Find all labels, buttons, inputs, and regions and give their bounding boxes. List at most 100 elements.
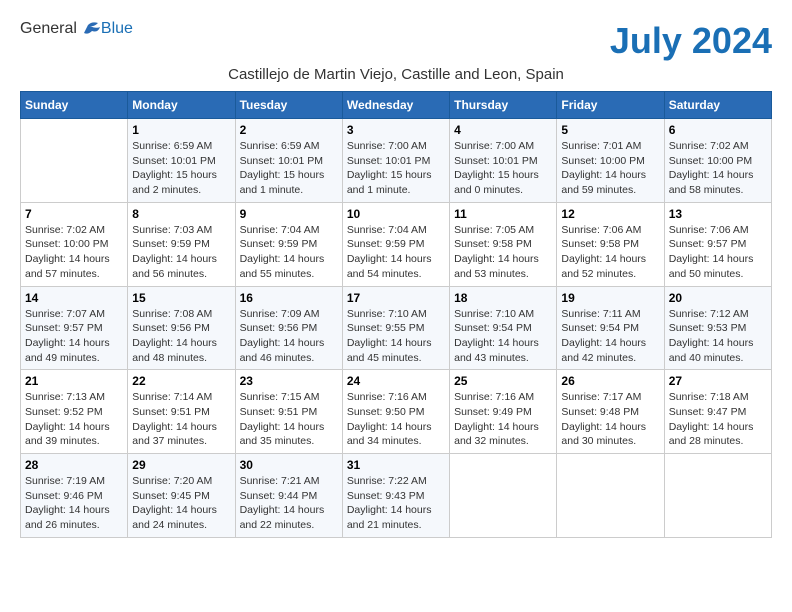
- page-header: General Blue July 2024: [20, 20, 772, 62]
- day-number: 16: [240, 291, 338, 305]
- day-number: 30: [240, 458, 338, 472]
- calendar-cell: 19 Sunrise: 7:11 AM Sunset: 9:54 PM Dayli…: [557, 286, 664, 370]
- day-info: Sunrise: 7:16 AM Sunset: 9:49 PM Dayligh…: [454, 390, 552, 449]
- day-number: 11: [454, 207, 552, 221]
- calendar-cell: 14Sunrise: 7:07 AM Sunset: 9:57 PM Dayli…: [21, 286, 128, 370]
- location-title: Castillejo de Martin Viejo, Castille and…: [20, 66, 772, 83]
- day-number: 8: [132, 207, 230, 221]
- calendar-cell: [664, 454, 771, 538]
- day-number: 20: [669, 291, 767, 305]
- week-row-3: 14Sunrise: 7:07 AM Sunset: 9:57 PM Dayli…: [21, 286, 772, 370]
- day-info: Sunrise: 7:14 AM Sunset: 9:51 PM Dayligh…: [132, 390, 230, 449]
- column-header-sunday: Sunday: [21, 92, 128, 119]
- day-number: 26: [561, 374, 659, 388]
- day-info: Sunrise: 7:12 AM Sunset: 9:53 PM Dayligh…: [669, 307, 767, 366]
- day-number: 27: [669, 374, 767, 388]
- day-info: Sunrise: 7:15 AM Sunset: 9:51 PM Dayligh…: [240, 390, 338, 449]
- day-info: Sunrise: 7:00 AM Sunset: 10:01 PM Daylig…: [347, 139, 445, 198]
- calendar-cell: 17 Sunrise: 7:10 AM Sunset: 9:55 PM Dayli…: [342, 286, 449, 370]
- logo-bird-icon: [78, 21, 100, 37]
- calendar-cell: 9 Sunrise: 7:04 AM Sunset: 9:59 PM Daylig…: [235, 202, 342, 286]
- day-info: Sunrise: 7:20 AM Sunset: 9:45 PM Dayligh…: [132, 474, 230, 533]
- day-info: Sunrise: 6:59 AM Sunset: 10:01 PM Daylig…: [132, 139, 230, 198]
- day-info: Sunrise: 7:17 AM Sunset: 9:48 PM Dayligh…: [561, 390, 659, 449]
- day-number: 4: [454, 123, 552, 137]
- day-number: 23: [240, 374, 338, 388]
- week-row-1: 1 Sunrise: 6:59 AM Sunset: 10:01 PM Dayli…: [21, 119, 772, 203]
- day-number: 1: [132, 123, 230, 137]
- day-number: 24: [347, 374, 445, 388]
- day-info: Sunrise: 7:06 AM Sunset: 9:57 PM Dayligh…: [669, 223, 767, 282]
- day-info: Sunrise: 7:21 AM Sunset: 9:44 PM Dayligh…: [240, 474, 338, 533]
- calendar-cell: 20 Sunrise: 7:12 AM Sunset: 9:53 PM Dayli…: [664, 286, 771, 370]
- day-info: Sunrise: 7:10 AM Sunset: 9:54 PM Dayligh…: [454, 307, 552, 366]
- day-number: 22: [132, 374, 230, 388]
- column-header-thursday: Thursday: [450, 92, 557, 119]
- day-number: 3: [347, 123, 445, 137]
- day-number: 12: [561, 207, 659, 221]
- calendar-cell: 10 Sunrise: 7:04 AM Sunset: 9:59 PM Dayli…: [342, 202, 449, 286]
- calendar-cell: 13 Sunrise: 7:06 AM Sunset: 9:57 PM Dayli…: [664, 202, 771, 286]
- calendar-cell: 4 Sunrise: 7:00 AM Sunset: 10:01 PM Dayli…: [450, 119, 557, 203]
- day-number: 29: [132, 458, 230, 472]
- day-info: Sunrise: 7:16 AM Sunset: 9:50 PM Dayligh…: [347, 390, 445, 449]
- calendar-cell: 24 Sunrise: 7:16 AM Sunset: 9:50 PM Dayli…: [342, 370, 449, 454]
- day-number: 28: [25, 458, 123, 472]
- day-info: Sunrise: 7:04 AM Sunset: 9:59 PM Dayligh…: [347, 223, 445, 282]
- calendar-cell: 25 Sunrise: 7:16 AM Sunset: 9:49 PM Dayli…: [450, 370, 557, 454]
- day-number: 31: [347, 458, 445, 472]
- day-info: Sunrise: 7:22 AM Sunset: 9:43 PM Dayligh…: [347, 474, 445, 533]
- day-number: 7: [25, 207, 123, 221]
- calendar-cell: 2 Sunrise: 6:59 AM Sunset: 10:01 PM Dayli…: [235, 119, 342, 203]
- day-info: Sunrise: 7:13 AM Sunset: 9:52 PM Dayligh…: [25, 390, 123, 449]
- day-info: Sunrise: 7:03 AM Sunset: 9:59 PM Dayligh…: [132, 223, 230, 282]
- day-info: Sunrise: 7:05 AM Sunset: 9:58 PM Dayligh…: [454, 223, 552, 282]
- calendar-cell: 29 Sunrise: 7:20 AM Sunset: 9:45 PM Dayli…: [128, 454, 235, 538]
- calendar-cell: 16 Sunrise: 7:09 AM Sunset: 9:56 PM Dayli…: [235, 286, 342, 370]
- day-info: Sunrise: 7:11 AM Sunset: 9:54 PM Dayligh…: [561, 307, 659, 366]
- day-number: 18: [454, 291, 552, 305]
- calendar-cell: 6Sunrise: 7:02 AM Sunset: 10:00 PM Dayli…: [664, 119, 771, 203]
- day-number: 19: [561, 291, 659, 305]
- day-info: Sunrise: 7:04 AM Sunset: 9:59 PM Dayligh…: [240, 223, 338, 282]
- day-info: Sunrise: 6:59 AM Sunset: 10:01 PM Daylig…: [240, 139, 338, 198]
- column-header-wednesday: Wednesday: [342, 92, 449, 119]
- calendar-cell: 26 Sunrise: 7:17 AM Sunset: 9:48 PM Dayli…: [557, 370, 664, 454]
- column-header-friday: Friday: [557, 92, 664, 119]
- logo: General Blue: [20, 20, 133, 38]
- header-row: SundayMondayTuesdayWednesdayThursdayFrid…: [21, 92, 772, 119]
- day-info: Sunrise: 7:09 AM Sunset: 9:56 PM Dayligh…: [240, 307, 338, 366]
- column-header-monday: Monday: [128, 92, 235, 119]
- calendar-cell: 15Sunrise: 7:08 AM Sunset: 9:56 PM Dayli…: [128, 286, 235, 370]
- calendar-cell: 12Sunrise: 7:06 AM Sunset: 9:58 PM Dayli…: [557, 202, 664, 286]
- day-number: 2: [240, 123, 338, 137]
- calendar-cell: 3 Sunrise: 7:00 AM Sunset: 10:01 PM Dayli…: [342, 119, 449, 203]
- day-number: 10: [347, 207, 445, 221]
- calendar-cell: 31 Sunrise: 7:22 AM Sunset: 9:43 PM Dayli…: [342, 454, 449, 538]
- calendar-table: SundayMondayTuesdayWednesdayThursdayFrid…: [20, 91, 772, 538]
- calendar-cell: [21, 119, 128, 203]
- calendar-cell: 7 Sunrise: 7:02 AM Sunset: 10:00 PM Dayli…: [21, 202, 128, 286]
- day-number: 15: [132, 291, 230, 305]
- week-row-4: 21 Sunrise: 7:13 AM Sunset: 9:52 PM Dayli…: [21, 370, 772, 454]
- calendar-cell: 8 Sunrise: 7:03 AM Sunset: 9:59 PM Daylig…: [128, 202, 235, 286]
- day-number: 17: [347, 291, 445, 305]
- day-number: 13: [669, 207, 767, 221]
- day-number: 14: [25, 291, 123, 305]
- week-row-5: 28 Sunrise: 7:19 AM Sunset: 9:46 PM Dayli…: [21, 454, 772, 538]
- day-number: 5: [561, 123, 659, 137]
- day-number: 25: [454, 374, 552, 388]
- day-info: Sunrise: 7:10 AM Sunset: 9:55 PM Dayligh…: [347, 307, 445, 366]
- calendar-cell: 11 Sunrise: 7:05 AM Sunset: 9:58 PM Dayli…: [450, 202, 557, 286]
- logo-blue-text: Blue: [101, 20, 133, 38]
- day-info: Sunrise: 7:19 AM Sunset: 9:46 PM Dayligh…: [25, 474, 123, 533]
- day-info: Sunrise: 7:18 AM Sunset: 9:47 PM Dayligh…: [669, 390, 767, 449]
- day-number: 21: [25, 374, 123, 388]
- day-number: 9: [240, 207, 338, 221]
- calendar-cell: [557, 454, 664, 538]
- day-info: Sunrise: 7:00 AM Sunset: 10:01 PM Daylig…: [454, 139, 552, 198]
- calendar-cell: 30 Sunrise: 7:21 AM Sunset: 9:44 PM Dayli…: [235, 454, 342, 538]
- calendar-cell: 18 Sunrise: 7:10 AM Sunset: 9:54 PM Dayli…: [450, 286, 557, 370]
- calendar-cell: 5Sunrise: 7:01 AM Sunset: 10:00 PM Dayli…: [557, 119, 664, 203]
- day-info: Sunrise: 7:02 AM Sunset: 10:00 PM Daylig…: [25, 223, 123, 282]
